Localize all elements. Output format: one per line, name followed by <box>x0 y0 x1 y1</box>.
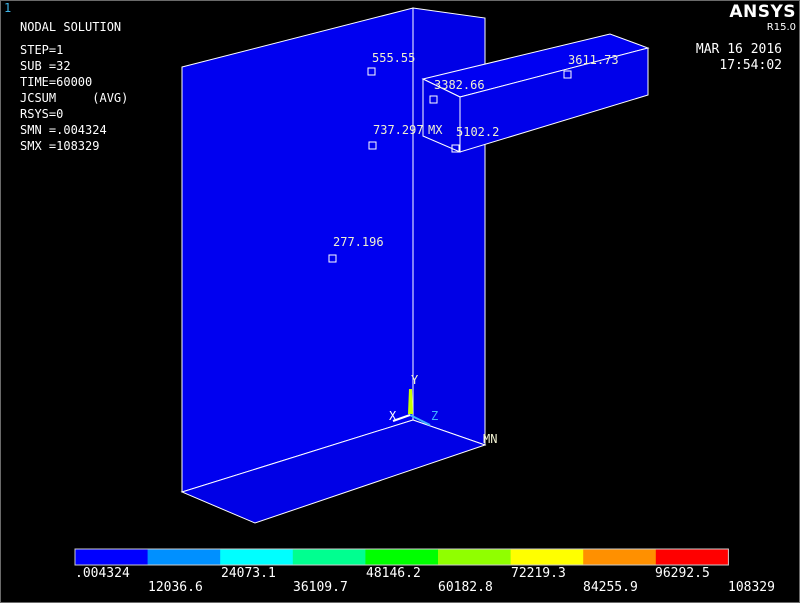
legend-label: 108329 <box>728 580 775 595</box>
legend-label: .004324 <box>75 566 130 581</box>
plate-front-face <box>181 7 414 493</box>
probe-label: 555.55 <box>372 51 415 65</box>
legend-band <box>220 549 294 565</box>
probe-label: 3382.66 <box>434 78 485 92</box>
contour-legend-bar <box>74 548 729 566</box>
legend-band <box>583 549 657 565</box>
legend-label: 36109.7 <box>293 580 348 595</box>
triad-x-label: X <box>389 409 397 423</box>
min-marker: MN <box>483 432 497 446</box>
legend-label: 96292.5 <box>655 566 710 581</box>
max-marker: MX <box>428 123 443 137</box>
legend-label: 84255.9 <box>583 580 638 595</box>
probe-label: 737.297 <box>373 123 424 137</box>
probe-label: 3611.73 <box>568 53 619 67</box>
legend-band <box>292 549 366 565</box>
probe-label: 277.196 <box>333 235 384 249</box>
legend-band <box>438 549 512 565</box>
triad-z-label: Z <box>431 409 438 423</box>
legend-band <box>655 549 729 565</box>
legend-label: 24073.1 <box>221 566 276 581</box>
legend-band <box>75 549 149 565</box>
legend-label: 72219.3 <box>511 566 566 581</box>
legend-band <box>147 549 221 565</box>
legend-label: 48146.2 <box>366 566 421 581</box>
legend-label: 12036.6 <box>148 580 203 595</box>
triad-y-label: Y <box>411 373 419 387</box>
probe-label: 5102.2 <box>456 125 499 139</box>
legend-band <box>365 549 439 565</box>
model-viewport[interactable]: 555.55 3382.66 3611.73 737.297 5102.2 27… <box>0 0 800 603</box>
legend-band <box>510 549 584 565</box>
legend-label: 60182.8 <box>438 580 493 595</box>
